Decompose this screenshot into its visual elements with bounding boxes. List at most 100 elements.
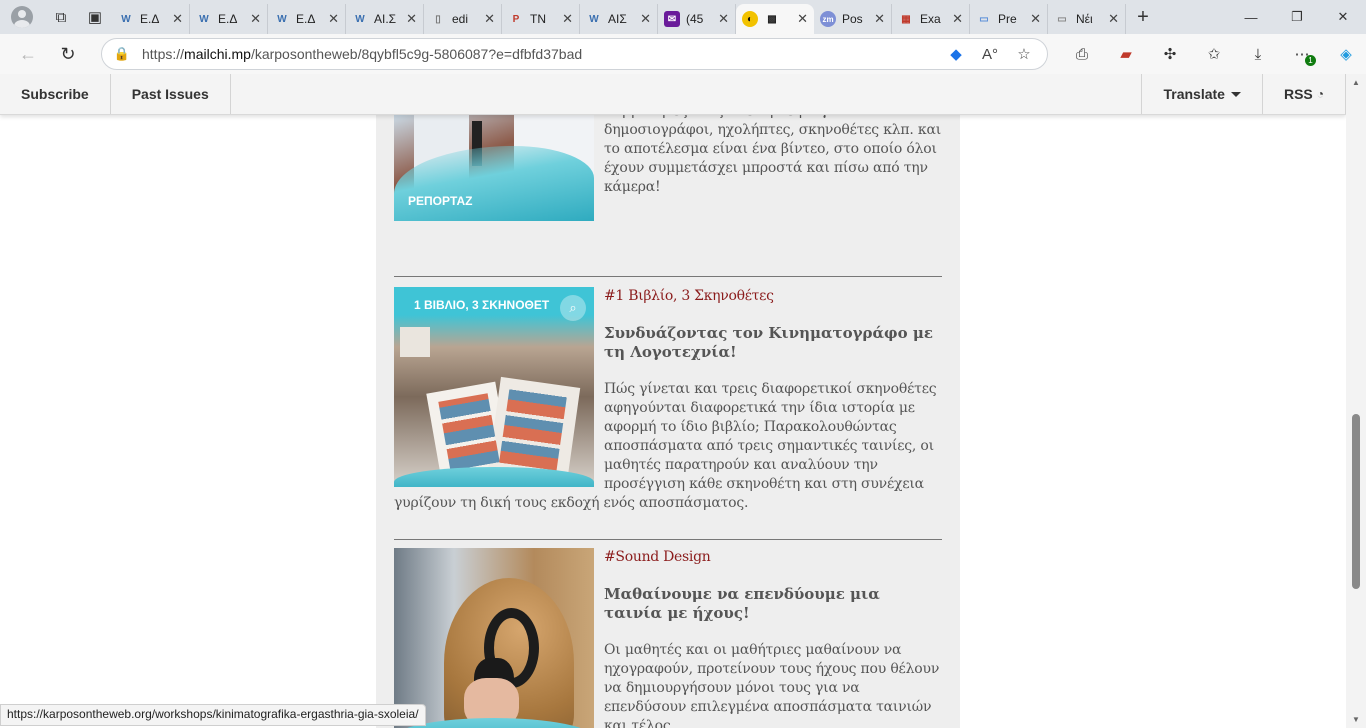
browser-tab[interactable]: ▦ Exa ✕ — [892, 4, 970, 34]
tab-favicon-icon: ▭ — [979, 13, 989, 25]
tab-close-icon[interactable]: ✕ — [562, 11, 573, 27]
article-divider — [394, 539, 942, 540]
tab-close-icon[interactable]: ✕ — [250, 11, 261, 27]
tab-close-icon[interactable]: ✕ — [484, 11, 495, 27]
tab-title: Ε.Δ — [140, 12, 160, 26]
article-sound-design: #Sound Design Μαθαίνουμε να επενδύουμε μ… — [394, 548, 942, 728]
profile-button[interactable] — [0, 0, 44, 34]
tab-close-icon[interactable]: ✕ — [1108, 11, 1119, 27]
address-bar[interactable]: 🔒 https://mailchi.mp/karposontheweb/8qyb… — [101, 38, 1048, 70]
refresh-button[interactable]: ↻ — [48, 37, 88, 71]
tab-title: (45 — [686, 12, 704, 26]
tab-close-icon[interactable]: ✕ — [718, 11, 729, 27]
tab-close-icon[interactable]: ✕ — [797, 11, 808, 27]
avatar-icon — [11, 6, 33, 28]
browser-tab[interactable]: ▭ Pre ✕ — [970, 4, 1048, 34]
reportage-caption: ΡΕΠΟΡΤΑΖ — [408, 194, 473, 208]
tab-favicon-icon: ▦ — [901, 13, 911, 25]
tab-close-icon[interactable]: ✕ — [952, 11, 963, 27]
translate-label: Translate — [1163, 86, 1225, 102]
tab-favicon-icon: ✉ — [664, 11, 680, 27]
printer-icon[interactable]: ⎙ — [1060, 37, 1104, 71]
tab-title: ΤΝ — [530, 12, 546, 26]
browser-tab[interactable]: W Ε.Δ ✕ — [190, 4, 268, 34]
scrollbar-thumb[interactable] — [1352, 414, 1360, 589]
extensions-icon[interactable]: ✣ — [1148, 37, 1192, 71]
tab-title: Pre — [998, 12, 1017, 26]
tab-favicon-icon: W — [355, 13, 365, 25]
rss-button[interactable]: RSS ◔ — [1261, 74, 1346, 114]
browser-tab[interactable]: ▯ edi ✕ — [424, 4, 502, 34]
lock-icon[interactable]: 🔒 — [102, 46, 142, 62]
subscribe-button[interactable]: Subscribe — [0, 74, 111, 114]
browser-tab[interactable]: P ΤΝ ✕ — [502, 4, 580, 34]
scroll-down-icon[interactable]: ▼ — [1352, 715, 1360, 724]
browser-tab[interactable]: ◐ ▩ ✕ — [736, 4, 814, 34]
tab-title: Νέι — [1076, 12, 1093, 26]
visual-search-icon[interactable]: ⌕ — [560, 295, 586, 321]
tab-title: Pos — [842, 12, 863, 26]
tab-close-icon[interactable]: ✕ — [172, 11, 183, 27]
read-aloud-icon[interactable]: A° — [975, 40, 1005, 68]
tab-favicon-icon: W — [199, 13, 209, 25]
tab-favicon-icon: W — [589, 13, 599, 25]
browser-tab[interactable]: ▭ Νέι ✕ — [1048, 4, 1126, 34]
page-scrollbar[interactable]: ▲ ▼ — [1346, 74, 1366, 728]
column-notch — [947, 420, 960, 446]
article-book-directors: 1 ΒΙΒΛΙΟ, 3 ΣΚΗΝΟΘΕΤ ⌕ #1 Βιβλίο, 3 Σκην… — [394, 287, 942, 513]
close-window-icon[interactable]: ✕ — [1320, 0, 1366, 34]
browser-tab[interactable]: W Ε.Δ ✕ — [112, 4, 190, 34]
past-issues-button[interactable]: Past Issues — [111, 74, 231, 114]
browser-tab[interactable]: zm Pos ✕ — [814, 4, 892, 34]
url-text[interactable]: https://mailchi.mp/karposontheweb/8qybfl… — [142, 46, 941, 62]
translate-button[interactable]: Translate — [1141, 74, 1261, 114]
book-directors-image[interactable]: 1 ΒΙΒΛΙΟ, 3 ΣΚΗΝΟΘΕΤ ⌕ — [394, 287, 594, 487]
page-content: Subscribe Past Issues Translate RSS ◔ ΡΕΠ… — [0, 74, 1346, 728]
minimize-icon[interactable]: — — [1228, 0, 1274, 34]
browser-tab[interactable]: W Ε.Δ ✕ — [268, 4, 346, 34]
tab-close-icon[interactable]: ✕ — [328, 11, 339, 27]
more-menu-icon[interactable]: ⋯ 1 — [1280, 37, 1324, 71]
tab-close-icon[interactable]: ✕ — [874, 11, 885, 27]
favorite-star-icon[interactable]: ☆ — [1009, 40, 1039, 68]
caret-down-icon — [1230, 91, 1241, 97]
notification-badge: 1 — [1305, 55, 1316, 66]
browser-window: ⧉ ▣ W Ε.Δ ✕ W Ε.Δ ✕ W Ε.Δ ✕ W ΑΙ.Σ ✕ ▯ edi ✕ P ΤΝ ✕ W ΑΙΣ ✕ ✉… — [0, 0, 1366, 728]
link-status-bar: https://karposontheweb.org/workshops/kin… — [0, 704, 426, 726]
tab-close-icon[interactable]: ✕ — [1030, 11, 1041, 27]
tab-close-icon[interactable]: ✕ — [640, 11, 651, 27]
tab-title: Ε.Δ — [296, 12, 316, 26]
downloads-icon[interactable]: ⤓ — [1236, 37, 1280, 71]
scroll-up-icon[interactable]: ▲ — [1352, 78, 1360, 87]
browser-tab[interactable]: W ΑΙ.Σ ✕ — [346, 4, 424, 34]
rss-label: RSS — [1283, 86, 1313, 102]
window-controls: — ❐ ✕ — [1228, 0, 1366, 34]
back-button[interactable]: ← — [8, 37, 48, 71]
tab-favicon-icon: ▯ — [435, 13, 441, 25]
copilot-icon[interactable]: ◈ — [1324, 37, 1366, 71]
tab-title: edi — [452, 12, 469, 26]
tab-strip: ⧉ ▣ W Ε.Δ ✕ W Ε.Δ ✕ W Ε.Δ ✕ W ΑΙ.Σ ✕ ▯ edi ✕ P ΤΝ ✕ W ΑΙΣ ✕ ✉… — [0, 0, 1366, 34]
workspaces-icon[interactable]: ⧉ — [44, 0, 78, 34]
tabs-container: W Ε.Δ ✕ W Ε.Δ ✕ W Ε.Δ ✕ W ΑΙ.Σ ✕ ▯ edi ✕ P ΤΝ ✕ W ΑΙΣ ✕ ✉ (45 ✕… — [112, 0, 1126, 34]
shopping-tag-icon[interactable]: ◆ — [941, 40, 971, 68]
new-tab-button[interactable]: + — [1126, 0, 1160, 34]
tab-favicon-icon: W — [277, 13, 287, 25]
favorites-icon[interactable]: ✩ — [1192, 37, 1236, 71]
browser-tab[interactable]: W ΑΙΣ ✕ — [580, 4, 658, 34]
browser-tab[interactable]: ✉ (45 ✕ — [658, 4, 736, 34]
tab-favicon-icon: ◐ — [742, 11, 758, 27]
tab-favicon-icon: ▭ — [1057, 13, 1067, 25]
tab-close-icon[interactable]: ✕ — [406, 11, 417, 27]
tab-title: ΑΙ.Σ — [374, 12, 397, 26]
acrobat-icon[interactable]: ▰ — [1104, 37, 1148, 71]
sound-design-image[interactable] — [394, 548, 594, 728]
tab-favicon-icon: zm — [820, 11, 836, 27]
tab-actions-icon[interactable]: ▣ — [78, 0, 112, 34]
tab-favicon-icon: W — [121, 13, 131, 25]
extension-tools: ⎙ ▰ ✣ ✩ ⤓ ⋯ 1 ◈ — [1060, 37, 1366, 71]
book-directors-caption: 1 ΒΙΒΛΙΟ, 3 ΣΚΗΝΟΘΕΤ — [414, 298, 550, 312]
restore-icon[interactable]: ❐ — [1274, 0, 1320, 34]
mailchimp-header: Subscribe Past Issues Translate RSS ◔ — [0, 74, 1346, 115]
tab-mute-icon: ▩ — [767, 13, 777, 25]
